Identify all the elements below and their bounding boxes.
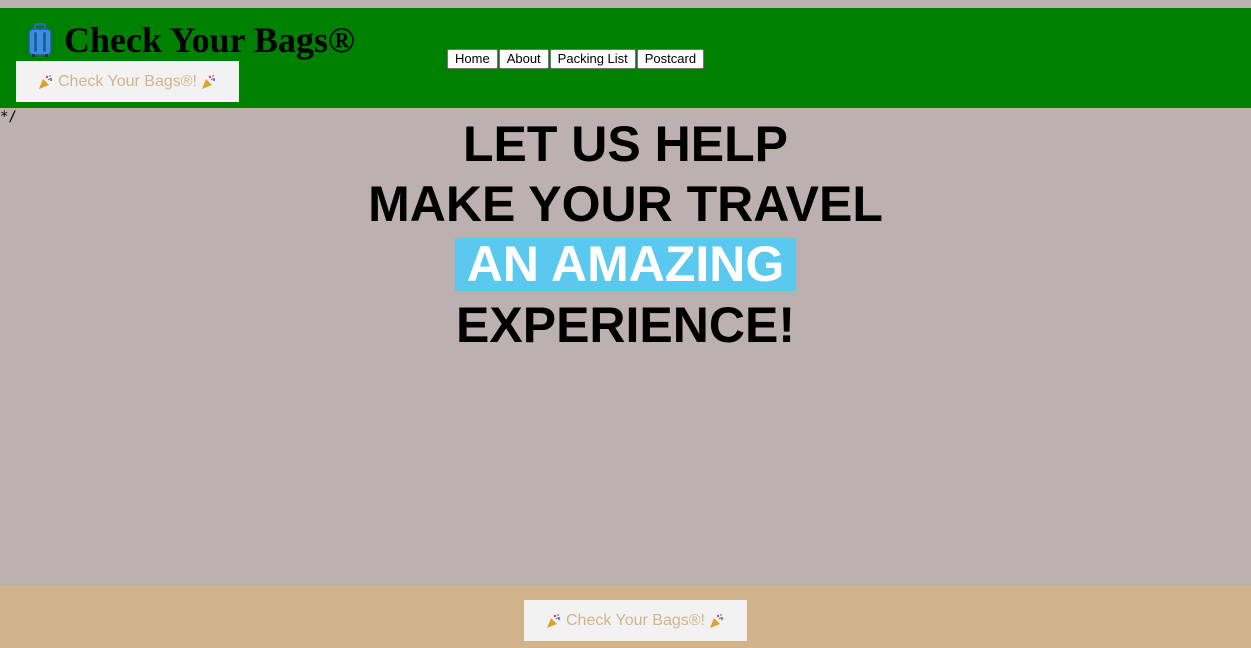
stray-comment-text: */ bbox=[0, 109, 17, 125]
footer-check-your-bags-button[interactable]: Check Your Bags®! bbox=[524, 600, 747, 641]
check-your-bags-label: Check Your Bags®! bbox=[58, 72, 197, 90]
nav-postcard-button[interactable]: Postcard bbox=[636, 49, 705, 69]
nav-packing-list-button[interactable]: Packing List bbox=[549, 49, 636, 69]
hero-highlight: AN AMAZING bbox=[454, 238, 797, 291]
hero-heading: LET US HELP MAKE YOUR TRAVEL AN AMAZING … bbox=[0, 114, 1251, 355]
site-title-text: Check Your Bags® bbox=[64, 20, 355, 60]
luggage-icon bbox=[26, 23, 54, 57]
hero-line-4: EXPERIENCE! bbox=[456, 297, 795, 353]
hero-line-2: MAKE YOUR TRAVEL bbox=[368, 176, 883, 232]
main-nav: Home About Packing List Postcard bbox=[447, 49, 705, 69]
site-header: Check Your Bags® Check Your Bags®! Home bbox=[0, 8, 1251, 108]
party-popper-icon bbox=[546, 613, 562, 629]
site-footer: Check Your Bags®! bbox=[0, 585, 1251, 648]
footer-check-your-bags-label: Check Your Bags®! bbox=[566, 611, 705, 629]
site-title: Check Your Bags® bbox=[26, 20, 355, 60]
party-popper-icon bbox=[201, 74, 217, 90]
check-your-bags-button[interactable]: Check Your Bags®! bbox=[16, 61, 239, 102]
nav-about-button[interactable]: About bbox=[498, 49, 549, 69]
nav-home-button[interactable]: Home bbox=[447, 49, 498, 69]
top-strip bbox=[0, 0, 1251, 8]
hero-line-1: LET US HELP bbox=[462, 116, 789, 172]
party-popper-icon bbox=[709, 613, 725, 629]
party-popper-icon bbox=[38, 74, 54, 90]
main-content: LET US HELP MAKE YOUR TRAVEL AN AMAZING … bbox=[0, 108, 1251, 585]
